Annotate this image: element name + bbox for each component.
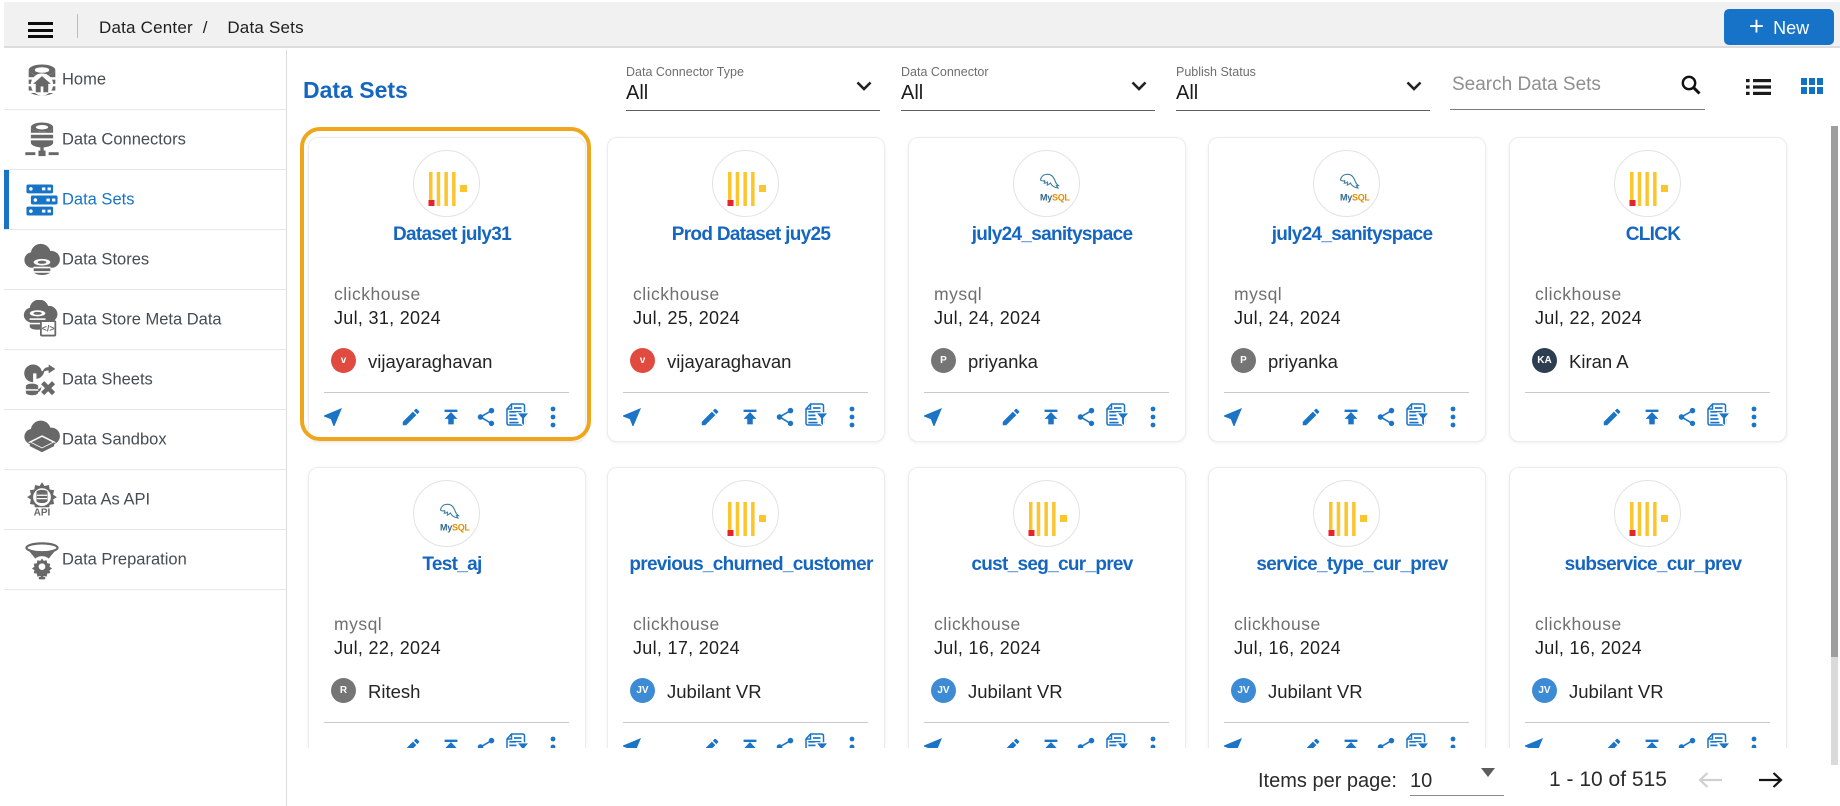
svg-text:My: My <box>440 523 452 533</box>
svg-text:SQL: SQL <box>452 523 470 533</box>
svg-text:</>: </> <box>42 323 55 333</box>
svg-text:My: My <box>1340 193 1352 203</box>
svg-text:SQL: SQL <box>1352 193 1370 203</box>
svg-text:SQL: SQL <box>1052 193 1070 203</box>
svg-text:API: API <box>34 507 51 518</box>
svg-text:My: My <box>1040 193 1052 203</box>
